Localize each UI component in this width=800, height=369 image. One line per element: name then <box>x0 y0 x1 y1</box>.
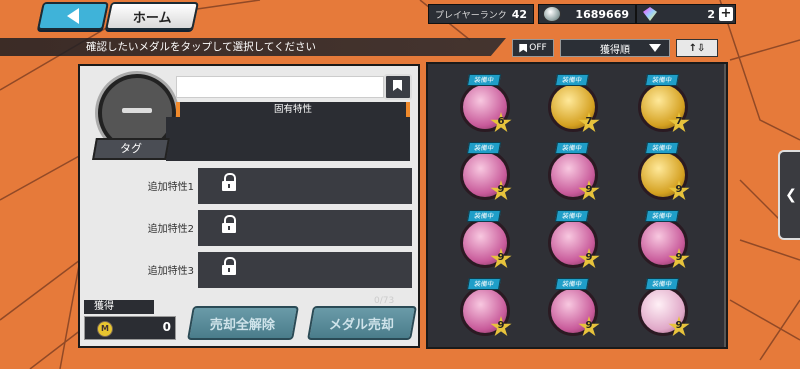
coin-icon <box>543 6 561 22</box>
gem-value: 2 <box>707 7 715 21</box>
medal-level: 9 <box>585 184 593 195</box>
medal-level: 9 <box>497 184 505 195</box>
medal-item[interactable]: 装備中 9 <box>446 278 518 344</box>
bookmark-button[interactable] <box>384 74 412 100</box>
equipped-badge: 装備中 <box>644 278 680 290</box>
player-rank-label: プレイヤーランク <box>435 10 507 21</box>
lock-icon <box>222 257 236 275</box>
equipped-badge: 装備中 <box>466 74 502 86</box>
medal-level: 7 <box>585 116 593 127</box>
earn-box: M 0 <box>84 316 176 340</box>
equipped-badge: 装備中 <box>466 142 502 154</box>
clear-sell-label: 売却全解除 <box>210 317 276 333</box>
sub-trait-row-3: 追加特性3 <box>80 252 414 288</box>
equipped-badge: 装備中 <box>554 278 590 290</box>
medal-name-bar <box>176 76 384 98</box>
sub-trait-row-1: 追加特性1 <box>80 168 414 204</box>
empty-dash-icon <box>122 108 152 113</box>
sub-trait-label: 追加特性1 <box>147 182 194 193</box>
equipped-badge: 装備中 <box>554 210 590 222</box>
medal-level: 9 <box>497 252 505 263</box>
sub-trait-label: 追加特性3 <box>147 266 194 277</box>
clear-sell-selection-button[interactable]: 売却全解除 <box>187 306 299 340</box>
sub-trait-label: 追加特性2 <box>147 224 194 235</box>
unique-trait-body <box>166 117 410 161</box>
sell-count: 0/73 <box>374 296 395 306</box>
medal-level: 6 <box>497 116 505 127</box>
back-button[interactable] <box>37 2 109 30</box>
medal-item[interactable]: 装備中 9 <box>446 210 518 276</box>
gem-display: 2 + <box>636 4 736 24</box>
sell-medals-label: メダル売却 <box>329 317 395 333</box>
earn-value: 0 <box>162 320 171 334</box>
medal-item[interactable]: 装備中 9 <box>624 278 696 344</box>
medal-item[interactable]: 装備中 7 <box>624 74 696 140</box>
equipped-badge: 装備中 <box>466 210 502 222</box>
coin-display: 1689669 <box>538 4 636 24</box>
equipped-badge: 装備中 <box>466 278 502 290</box>
bookmark-filter-button[interactable]: OFF <box>512 39 554 57</box>
sell-medals-button[interactable]: メダル売却 <box>307 306 417 340</box>
lock-icon <box>222 215 236 233</box>
sell-footer: 獲得 M 0 売却全解除 0/73 メダル売却 <box>78 294 417 346</box>
bookmark-icon <box>519 43 528 53</box>
unique-trait-header: 固有特性 <box>176 102 410 117</box>
sub-trait-row-2: 追加特性2 <box>80 210 414 246</box>
sort-dropdown[interactable]: 獲得順 <box>560 39 670 57</box>
medal-grid: 装備中 6 装備中 7 装備中 7 装備中 9 装備中 9 装備中 9 装備中 9 装備中 9 装備中 9 装備中 9… <box>426 62 728 349</box>
medal-item[interactable]: 装備中 9 <box>534 210 606 276</box>
equipped-badge: 装備中 <box>644 210 680 222</box>
equipped-badge: 装備中 <box>554 142 590 154</box>
medal-level: 9 <box>675 320 683 331</box>
medal-item[interactable]: 装備中 6 <box>446 74 518 140</box>
top-bar: ホーム プレイヤーランク 42 1689669 2 + <box>0 0 800 30</box>
player-rank-display: プレイヤーランク 42 <box>428 4 534 24</box>
equipped-badge: 装備中 <box>644 142 680 154</box>
bookmark-filter-label: OFF <box>529 43 547 53</box>
add-gem-button[interactable]: + <box>719 7 733 21</box>
gem-icon <box>643 7 657 21</box>
instruction-bar: 確認したいメダルをタップして選択してください <box>0 38 506 56</box>
medal-item[interactable]: 装備中 7 <box>534 74 606 140</box>
medal-item[interactable]: 装備中 9 <box>534 142 606 208</box>
sort-order-icon: ↑⇩ <box>688 42 706 54</box>
sort-selected-label: 獲得順 <box>600 44 630 56</box>
medal-level: 9 <box>585 320 593 331</box>
player-rank-value: 42 <box>511 7 527 21</box>
sort-order-button[interactable]: ↑⇩ <box>676 39 718 57</box>
medal-level: 7 <box>675 116 683 127</box>
medal-item[interactable]: 装備中 9 <box>534 278 606 344</box>
side-drawer-tab[interactable]: ❮ <box>778 150 800 240</box>
chevron-down-icon <box>649 44 661 52</box>
medal-level: 9 <box>675 184 683 195</box>
medal-item[interactable]: 装備中 9 <box>624 210 696 276</box>
tag-label: タグ <box>120 142 142 155</box>
bookmark-icon <box>393 80 402 91</box>
equipped-badge: 装備中 <box>554 74 590 86</box>
coin-value: 1689669 <box>575 7 629 21</box>
medal-item[interactable]: 装備中 9 <box>446 142 518 208</box>
home-button[interactable]: ホーム <box>105 2 199 30</box>
earn-label: 獲得 <box>84 300 154 314</box>
money-coin-icon: M <box>97 321 113 337</box>
medal-level: 9 <box>585 252 593 263</box>
equipped-badge: 装備中 <box>644 74 680 86</box>
home-button-label: ホーム <box>132 10 172 26</box>
back-arrow-icon <box>67 8 79 24</box>
medal-item[interactable]: 装備中 9 <box>624 142 696 208</box>
scrollbar[interactable] <box>724 64 726 347</box>
tag-button[interactable]: タグ <box>92 138 170 160</box>
lock-icon <box>222 173 236 191</box>
medal-level: 9 <box>497 320 505 331</box>
medal-level: 9 <box>675 252 683 263</box>
